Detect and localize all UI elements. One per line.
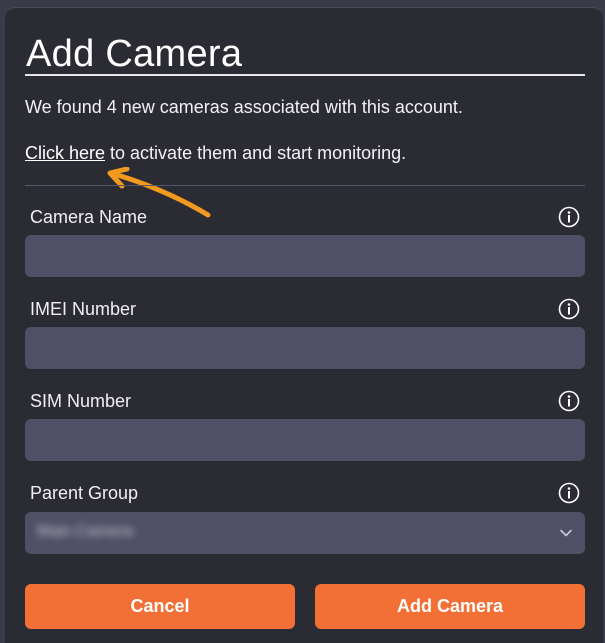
activate-message: Click here to activate them and start mo… (25, 143, 406, 164)
dialog-title: Add Camera (26, 33, 243, 75)
add-camera-dialog: Add Camera We found 4 new cameras associ… (5, 7, 603, 643)
info-icon[interactable] (558, 482, 580, 504)
activate-message-text: to activate them and start monitoring. (105, 143, 407, 163)
camera-name-input[interactable] (25, 235, 585, 277)
section-divider (25, 185, 585, 186)
sim-number-input[interactable] (25, 419, 585, 461)
add-camera-button[interactable]: Add Camera (315, 584, 585, 629)
parent-group-select[interactable]: Main Camera (25, 512, 585, 554)
parent-group-label: Parent Group (30, 483, 139, 503)
imei-number-input[interactable] (25, 327, 585, 369)
cancel-button[interactable]: Cancel (25, 584, 295, 629)
chevron-down-icon (560, 529, 572, 537)
click-here-link[interactable]: Click here (25, 143, 105, 163)
title-underline (25, 74, 585, 76)
info-icon[interactable] (558, 206, 580, 228)
parent-group-selected-value: Main Camera (37, 523, 134, 540)
imei-number-label: IMEI Number (30, 299, 137, 319)
info-icon[interactable] (558, 298, 580, 320)
sim-number-label: SIM Number (30, 391, 132, 411)
info-icon[interactable] (558, 390, 580, 412)
intro-text: We found 4 new cameras associated with t… (25, 97, 463, 117)
camera-name-label: Camera Name (30, 207, 148, 227)
